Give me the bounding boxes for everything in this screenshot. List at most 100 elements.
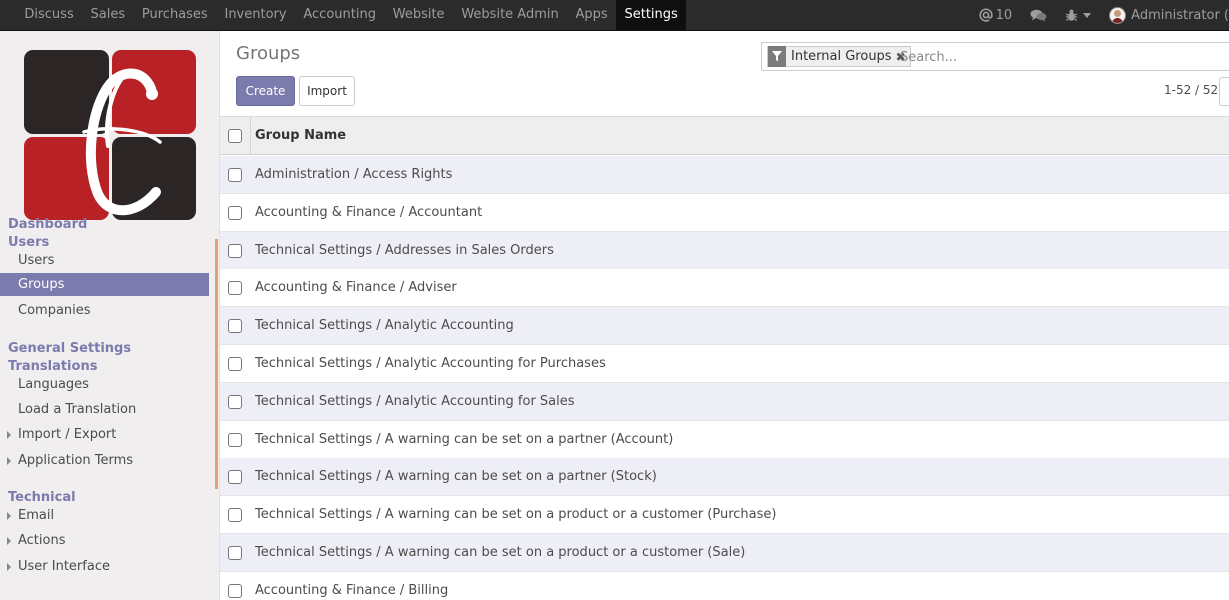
table-row[interactable]: Technical Settings / A warning can be se… (220, 496, 1229, 535)
table-row[interactable]: Technical Settings / A warning can be se… (220, 420, 1229, 459)
sidebar-item-label: Actions (18, 533, 66, 548)
pager-value[interactable]: 1-52 / 52 (1164, 83, 1218, 97)
menu-item-inventory[interactable]: Inventory (216, 0, 295, 30)
row-checkbox[interactable] (228, 470, 242, 485)
messages-button[interactable]: 10 (970, 0, 1022, 30)
table-row[interactable]: Technical Settings / Analytic Accounting… (220, 382, 1229, 421)
sidebar-item-groups[interactable]: Groups (0, 273, 209, 296)
menu-item-settings[interactable]: Settings (616, 0, 687, 30)
user-menu-button[interactable]: Administrator ( (1100, 0, 1229, 30)
debug-menu-button[interactable] (1056, 0, 1100, 30)
sidebar-header-technical[interactable]: Technical (8, 490, 76, 505)
row-checkbox[interactable] (228, 168, 242, 182)
row-checkbox[interactable] (228, 243, 242, 258)
menu-item-website-admin[interactable]: Website Admin (453, 0, 567, 30)
create-button[interactable]: Create (236, 76, 295, 106)
sidebar-item-actions[interactable]: Actions (0, 529, 209, 552)
chat-bubbles-icon (1030, 9, 1047, 22)
sidebar-item-label: Companies (18, 303, 91, 318)
sidebar-item-label: User Interface (18, 559, 110, 574)
sidebar-item-users[interactable]: Users (0, 249, 209, 272)
messages-count: 10 (995, 7, 1013, 23)
search-box[interactable]: Internal Groups ✖ (761, 42, 1229, 71)
menu-item-discuss[interactable]: Discuss (16, 0, 82, 30)
table-row[interactable]: Accounting & Finance / Billing (220, 571, 1229, 600)
sidebar-item-label: Load a Translation (18, 402, 137, 417)
sidebar-item-label: Languages (18, 377, 89, 392)
menu-item-website[interactable]: Website (384, 0, 453, 30)
row-checkbox[interactable] (228, 205, 242, 220)
sidebar-item-load-a-translation[interactable]: Load a Translation (0, 398, 209, 421)
sidebar-item-label: Users (18, 253, 55, 268)
row-checkbox[interactable] (228, 319, 242, 334)
sidebar: Dashboard Users Users Groups Companies Genera… (0, 31, 220, 600)
navbar-systray: 10 Administrator ( (970, 0, 1229, 30)
table-row[interactable]: Accounting & Finance / Adviser (220, 269, 1229, 308)
sidebar-item-companies[interactable]: Companies (0, 299, 209, 322)
caret-right-icon (7, 431, 11, 439)
select-all-checkbox[interactable] (228, 129, 242, 143)
table-row[interactable]: Administration / Access Rights (220, 156, 1229, 194)
row-checkbox[interactable] (228, 394, 242, 409)
sidebar-header-general-settings[interactable]: General Settings (8, 341, 131, 356)
filter-facet[interactable]: Internal Groups ✖ (767, 46, 911, 67)
filter-facet-label: Internal Groups (791, 49, 892, 64)
group-name-cell: Technical Settings / Analytic Accounting… (255, 393, 575, 409)
caret-right-icon (7, 563, 11, 571)
row-checkbox[interactable] (228, 281, 242, 296)
at-icon (979, 8, 993, 22)
menu-item-apps[interactable]: Apps (567, 0, 616, 30)
sidebar-header-translations[interactable]: Translations (8, 359, 97, 374)
sidebar-item-languages[interactable]: Languages (0, 373, 209, 396)
sidebar-item-user-interface[interactable]: User Interface (0, 555, 209, 578)
sidebar-item-label: Groups (18, 277, 65, 292)
import-button[interactable]: Import (299, 76, 355, 106)
table-row[interactable]: Technical Settings / A warning can be se… (220, 534, 1229, 572)
group-name-cell: Technical Settings / Analytic Accounting (255, 318, 514, 334)
bug-icon (1065, 9, 1078, 21)
row-checkbox[interactable] (228, 546, 242, 560)
group-name-cell: Accounting & Finance / Adviser (255, 280, 457, 296)
row-checkbox[interactable] (228, 357, 242, 371)
group-name-cell: Technical Settings / A warning can be se… (255, 545, 746, 560)
sidebar-scroll-indicator[interactable] (215, 239, 218, 489)
list-view: Group Name Administration / Access Right… (220, 116, 1229, 600)
chevron-down-icon (1083, 12, 1092, 18)
search-input[interactable] (900, 47, 1220, 67)
column-header-group-name[interactable]: Group Name (255, 128, 346, 143)
sidebar-item-application-terms[interactable]: Application Terms (0, 449, 209, 472)
menu-item-sales[interactable]: Sales (82, 0, 133, 30)
group-name-cell: Accounting & Finance / Accountant (255, 204, 483, 220)
row-checkbox[interactable] (228, 432, 242, 447)
sidebar-item-email[interactable]: Email (0, 504, 209, 527)
sidebar-header-users[interactable]: Users (8, 235, 49, 250)
table-row[interactable]: Technical Settings / A warning can be se… (220, 458, 1229, 497)
group-name-cell: Technical Settings / A warning can be se… (255, 431, 674, 447)
group-name-cell: Technical Settings / Addresses in Sales … (255, 242, 554, 258)
group-name-cell: Technical Settings / Analytic Accounting… (255, 356, 606, 371)
table-row[interactable]: Technical Settings / Addresses in Sales … (220, 231, 1229, 270)
table-row[interactable]: Technical Settings / Analytic Accounting (220, 307, 1229, 346)
menu-item-purchases[interactable]: Purchases (134, 0, 217, 30)
chat-button[interactable] (1021, 0, 1056, 30)
caret-right-icon (7, 512, 11, 520)
user-name: Administrator ( (1131, 7, 1229, 23)
list-header: Group Name (220, 117, 1229, 155)
filter-icon (768, 46, 786, 67)
avatar (1109, 6, 1127, 24)
caret-right-icon (7, 537, 11, 545)
table-row[interactable]: Technical Settings / Analytic Accounting… (220, 345, 1229, 383)
menu-item-accounting[interactable]: Accounting (295, 0, 384, 30)
row-checkbox[interactable] (228, 583, 242, 598)
company-logo (24, 50, 196, 220)
row-checkbox[interactable] (228, 508, 242, 523)
table-row[interactable]: Accounting & Finance / Accountant (220, 193, 1229, 232)
group-name-cell: Accounting & Finance / Billing (255, 582, 449, 598)
group-name-cell: Technical Settings / A warning can be se… (255, 469, 657, 485)
sidebar-item-import-export[interactable]: Import / Export (0, 423, 209, 446)
caret-right-icon (7, 457, 11, 465)
column-divider (250, 117, 251, 155)
pager-previous-button[interactable] (1219, 77, 1229, 106)
top-navbar: Discuss Sales Purchases Inventory Accounting… (0, 0, 1229, 31)
sidebar-header-dashboard[interactable]: Dashboard (8, 217, 87, 232)
